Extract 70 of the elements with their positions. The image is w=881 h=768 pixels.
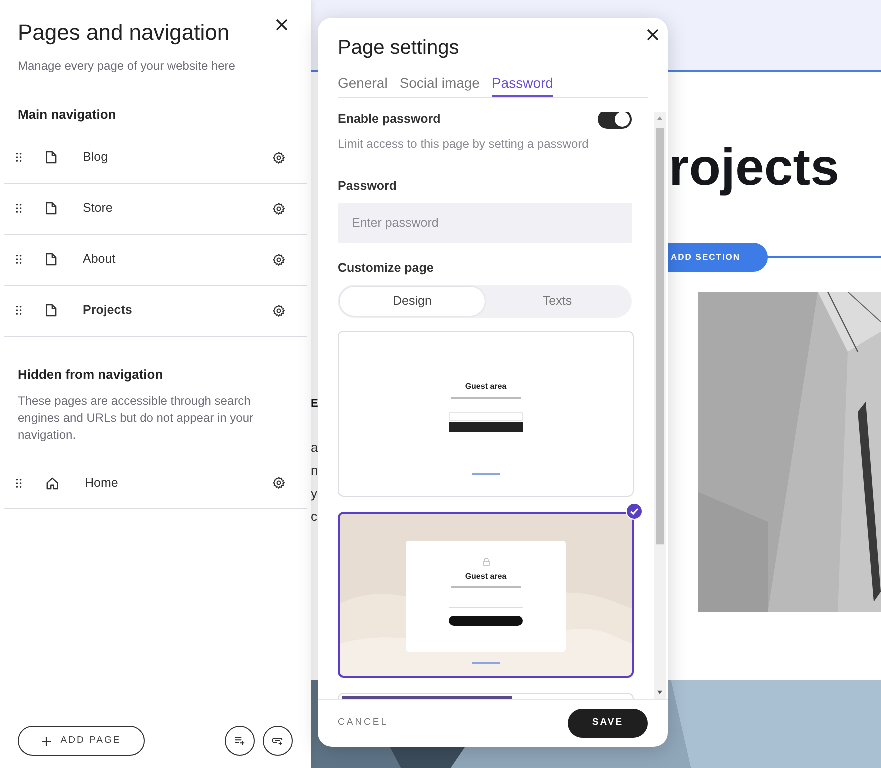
text-fragment: n <box>311 462 318 480</box>
drag-handle-icon[interactable] <box>16 255 22 264</box>
template-card[interactable]: Guest area <box>338 330 634 496</box>
dialog-title: Page settings <box>338 36 460 61</box>
panel-title: Pages and navigation <box>18 19 230 47</box>
page-row[interactable]: Blog <box>4 132 307 184</box>
close-icon[interactable] <box>646 28 660 42</box>
section-heading: Hidden from navigation <box>17 366 164 384</box>
tab[interactable]: Social image <box>400 73 480 97</box>
page-heading: rojects <box>669 138 840 198</box>
list-add-icon <box>234 736 246 746</box>
tab[interactable]: General <box>338 73 388 97</box>
settings-icon[interactable] <box>273 477 285 489</box>
settings-icon[interactable] <box>273 152 285 164</box>
field-label: Customize page <box>338 260 435 277</box>
preview-text-line <box>451 396 521 398</box>
page-label: Store <box>83 200 114 218</box>
settings-icon[interactable] <box>273 304 285 316</box>
preview-link-line <box>472 472 500 474</box>
home-icon <box>46 476 59 490</box>
save-button[interactable]: SAVE <box>568 709 648 738</box>
section-description: These pages are accessible through search engines and URLs but do not appear in your navigation. <box>17 393 254 444</box>
close-icon[interactable] <box>275 18 289 32</box>
segment-tab[interactable]: Texts <box>485 286 630 316</box>
setting-description: Limit access to this page by setting a password <box>338 136 590 153</box>
preview-text-line <box>451 586 521 588</box>
plus-icon <box>42 736 51 746</box>
panel-subtitle: Manage every page of your website here <box>17 58 236 75</box>
text-fragment: E <box>311 397 318 412</box>
document-icon <box>46 202 57 215</box>
add-list-button[interactable] <box>225 726 255 756</box>
drag-handle-icon[interactable] <box>16 306 22 315</box>
toggle-switch[interactable] <box>598 112 632 129</box>
text-fragment: y <box>311 485 318 503</box>
password-field[interactable]: Enter password <box>338 202 632 243</box>
field-label: Password <box>338 178 398 195</box>
preview-title: Guest area <box>465 380 507 392</box>
page-row[interactable]: Store <box>4 184 307 234</box>
template-card[interactable]: Guest area <box>338 512 634 678</box>
page-label: About <box>83 251 117 268</box>
preview-title: Guest area <box>465 570 507 582</box>
page-label: Projects <box>83 302 134 320</box>
page-row[interactable]: Projects <box>4 286 307 336</box>
document-icon <box>46 151 57 164</box>
cancel-button[interactable]: CANCEL <box>338 716 389 731</box>
segment-tab[interactable]: Design <box>340 286 485 316</box>
page-label: Blog <box>83 149 110 166</box>
document-icon <box>46 304 57 317</box>
lock-icon <box>482 558 490 566</box>
add-page-button[interactable]: ADD PAGE <box>18 726 145 756</box>
page-row[interactable]: Home <box>4 458 307 509</box>
link-add-icon <box>272 736 284 746</box>
drag-handle-icon[interactable] <box>16 153 22 162</box>
preview-link-line <box>472 662 500 664</box>
tab[interactable]: Password <box>492 73 554 97</box>
text-fragment: c <box>311 508 318 526</box>
drag-handle-icon[interactable] <box>16 204 22 213</box>
settings-icon[interactable] <box>273 202 285 214</box>
section-heading: Main navigation <box>17 106 118 124</box>
settings-icon[interactable] <box>273 254 285 266</box>
checkmark-icon <box>626 502 643 520</box>
text-fragment: a <box>311 439 318 457</box>
drag-handle-icon[interactable] <box>16 478 22 488</box>
page-label: Home <box>85 474 120 492</box>
document-icon <box>46 253 57 266</box>
add-section-button[interactable]: ADD SECTION <box>668 243 768 272</box>
page-row[interactable]: About <box>4 234 307 286</box>
add-link-button[interactable] <box>263 726 293 756</box>
scrollbar[interactable] <box>654 112 666 699</box>
setting-label: Enable password <box>338 112 441 128</box>
